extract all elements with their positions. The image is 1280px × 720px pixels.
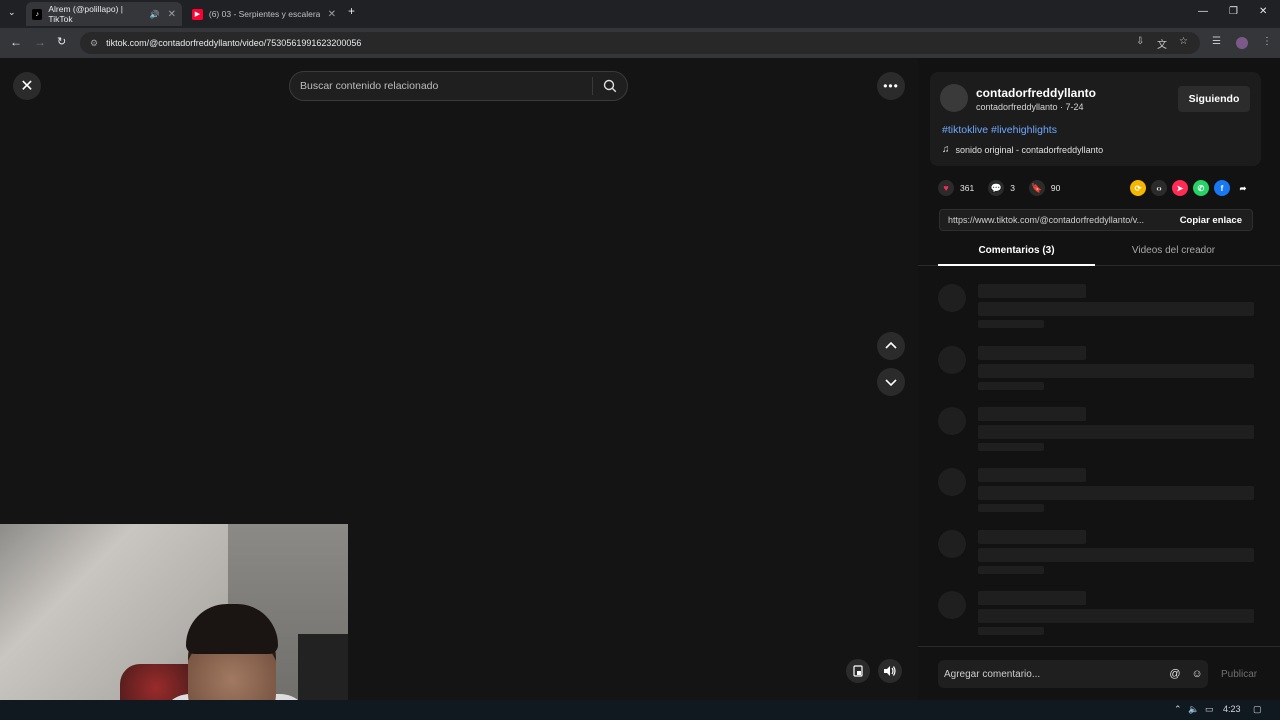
comment-skeleton [938, 591, 1258, 641]
post-hashtags[interactable]: #tiktoklive #livehighlights [942, 124, 1057, 136]
like-count: 361 [960, 183, 975, 193]
tray-chevron-icon[interactable]: ⌃ [1174, 704, 1182, 715]
like-action[interactable]: ♥ 361 [938, 180, 974, 196]
avatar[interactable] [940, 84, 968, 112]
comment-composer: Agregar comentario... @ ☺ Publicar [918, 646, 1280, 700]
creator-username[interactable]: contadorfreddyllanto [976, 86, 1096, 100]
forward-icon[interactable]: → [34, 35, 46, 49]
tab-close-icon[interactable]: ✕ [168, 9, 176, 20]
address-bar[interactable]: ⚙ tiktok.com/@contadorfreddyllanto/video… [80, 32, 1200, 54]
speaker-icon[interactable]: 🔈 [1188, 704, 1199, 715]
sound-label: sonido original - contadorfreddyllanto [955, 144, 1104, 155]
comment-count: 3 [1010, 183, 1015, 193]
clock[interactable]: 4:23 [1223, 704, 1241, 714]
comment-skeleton [938, 468, 1258, 518]
comment-input[interactable]: Agregar comentario... @ ☺ [938, 660, 1208, 688]
comment-action[interactable]: 💬 3 [988, 180, 1015, 196]
mention-icon[interactable]: @ [1164, 668, 1186, 680]
audio-icon[interactable]: 🔊 [150, 10, 160, 19]
details-panel: contadorfreddyllanto contadorfreddyllant… [918, 58, 1280, 700]
window-close-icon[interactable]: ✕ [1259, 6, 1267, 17]
chevron-up-icon [885, 341, 897, 349]
tab-comments[interactable]: Comentarios (3) [938, 245, 1095, 266]
comment-icon[interactable]: 💬 [988, 180, 1005, 196]
publish-button[interactable]: Publicar [1221, 669, 1257, 680]
close-icon[interactable]: ✕ [13, 72, 41, 100]
site-info-icon[interactable]: ⚙ [90, 38, 98, 49]
tab-creator-videos[interactable]: Videos del creador [1095, 245, 1252, 256]
search-bar[interactable]: Buscar contenido relacionado [289, 71, 628, 101]
floating-player-icon[interactable] [846, 659, 870, 683]
webcam-overlay [0, 524, 348, 720]
comment-skeleton [938, 530, 1258, 580]
tab-list-icon[interactable]: ⌄ [8, 7, 16, 18]
comment-placeholder: Agregar comentario... [944, 668, 1041, 680]
network-icon[interactable]: ▭ [1205, 704, 1214, 715]
tab-title: Alrem (@polillapo) | TikTok [48, 4, 123, 24]
embed-icon[interactable]: ‹› [1151, 180, 1167, 196]
send-icon[interactable]: ➤ [1172, 180, 1188, 196]
bookmark-icon[interactable]: 🔖 [1028, 180, 1045, 196]
reading-list-icon[interactable]: ☰ [1212, 36, 1221, 47]
browser-menu-icon[interactable]: ⋮ [1262, 36, 1272, 47]
tab-title: (6) 03 - Serpientes y escaleras [208, 9, 320, 19]
tiktok-page: ✕ Buscar contenido relacionado ••• conta… [0, 58, 1280, 720]
panel-tabs: Comentarios (3) Videos del creador [918, 238, 1280, 266]
browser-tabstrip: ⌄ ♪ Alrem (@polillapo) | TikTok 🔊 ✕ ▶ (6… [0, 0, 1280, 28]
translate-icon[interactable]: 文 [1157, 36, 1167, 51]
notifications-icon[interactable]: ▢ [1253, 704, 1262, 715]
share-options: ⟳ ‹› ➤ ✆ f ➦ [1130, 180, 1256, 196]
copy-link-button[interactable]: Copiar enlace [1170, 215, 1252, 226]
sound-link[interactable]: ♫ sonido original - contadorfreddyllanto [942, 144, 1103, 155]
next-video-button[interactable] [877, 368, 905, 396]
search-input[interactable]: Buscar contenido relacionado [290, 80, 592, 92]
share-arrow-icon[interactable]: ➦ [1235, 180, 1251, 196]
more-options-icon[interactable]: ••• [877, 72, 905, 100]
repost-icon[interactable]: ⟳ [1130, 180, 1146, 196]
whatsapp-icon[interactable]: ✆ [1193, 180, 1209, 196]
browser-tab[interactable]: ▶ (6) 03 - Serpientes y escaleras ✕ [186, 4, 342, 24]
heart-icon[interactable]: ♥ [938, 180, 954, 196]
creator-info-card: contadorfreddyllanto contadorfreddyllant… [930, 72, 1261, 166]
reload-icon[interactable]: ↻ [57, 35, 66, 48]
bookmark-star-icon[interactable]: ☆ [1179, 36, 1188, 47]
url-text: tiktok.com/@contadorfreddyllanto/video/7… [106, 38, 362, 48]
emoji-icon[interactable]: ☺ [1186, 668, 1208, 680]
video-viewer[interactable]: ✕ Buscar contenido relacionado ••• [0, 58, 918, 720]
tab-close-icon[interactable]: ✕ [328, 9, 336, 20]
previous-video-button[interactable] [877, 332, 905, 360]
comment-skeleton [938, 407, 1258, 457]
save-action[interactable]: 🔖 90 [1028, 180, 1061, 196]
profile-avatar-icon[interactable] [1236, 37, 1248, 49]
music-note-icon: ♫ [942, 144, 950, 155]
share-link-box: https://www.tiktok.com/@contadorfreddyll… [939, 209, 1253, 231]
back-icon[interactable]: ← [10, 35, 22, 49]
new-tab-icon[interactable]: + [348, 4, 355, 18]
minimize-icon[interactable]: — [1198, 6, 1208, 17]
chevron-down-icon [885, 379, 897, 387]
facebook-icon[interactable]: f [1214, 180, 1230, 196]
following-button[interactable]: Siguiendo [1178, 86, 1250, 112]
save-count: 90 [1050, 183, 1061, 193]
tiktok-favicon-icon: ♪ [32, 8, 43, 20]
creator-subline: contadorfreddyllanto · 7-24 [976, 102, 1084, 112]
youtube-favicon-icon: ▶ [192, 8, 203, 20]
comment-skeleton [938, 346, 1258, 396]
browser-toolbar: ← → ↻ ⚙ tiktok.com/@contadorfreddyllanto… [0, 28, 1280, 58]
browser-tab-active[interactable]: ♪ Alrem (@polillapo) | TikTok 🔊 ✕ [26, 2, 182, 26]
search-icon[interactable] [593, 79, 627, 93]
maximize-icon[interactable]: ❐ [1229, 6, 1238, 17]
comment-skeleton [938, 284, 1258, 334]
share-url[interactable]: https://www.tiktok.com/@contadorfreddyll… [940, 215, 1170, 225]
os-taskbar: ⌃ 🔈 ▭ 4:23 ▢ [0, 700, 1280, 720]
volume-icon[interactable] [878, 659, 902, 683]
install-app-icon[interactable]: ⇩ [1136, 36, 1144, 47]
